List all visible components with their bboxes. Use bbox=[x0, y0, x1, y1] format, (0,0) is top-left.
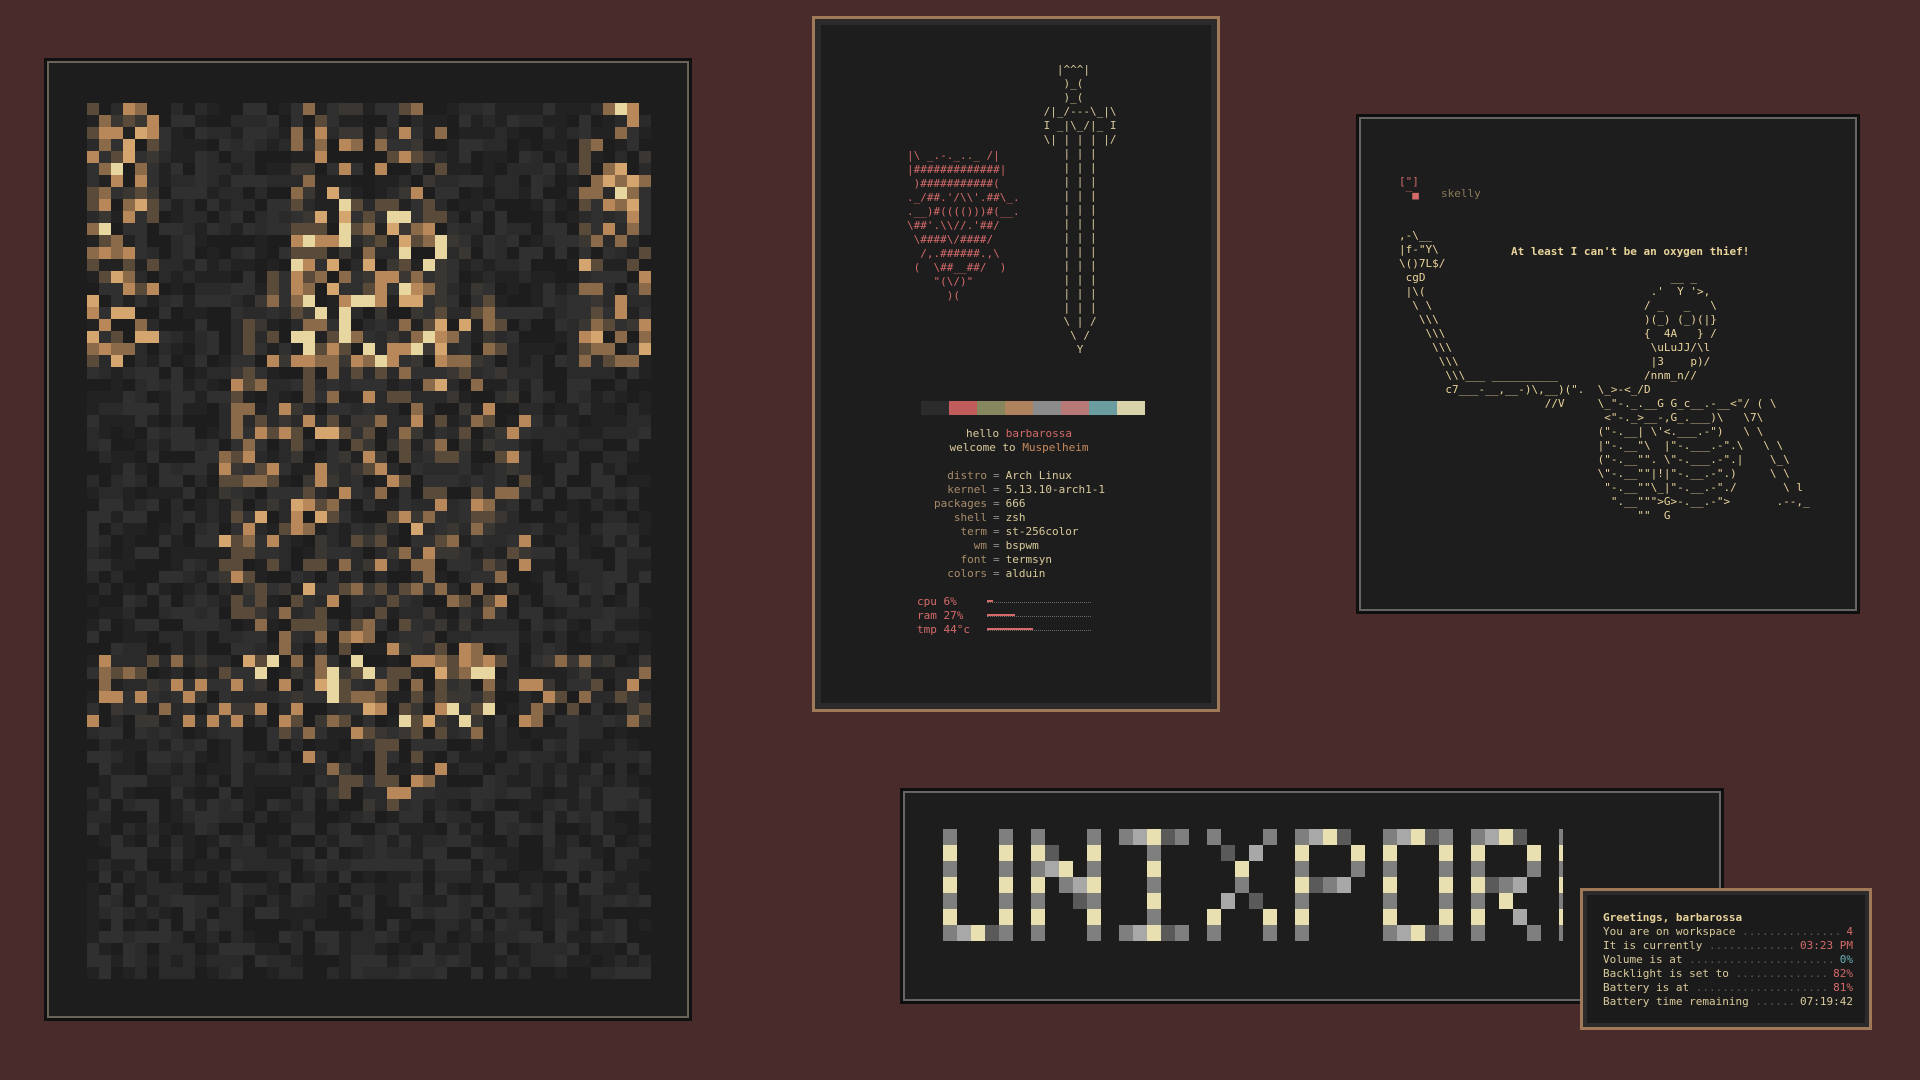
meter-track bbox=[987, 628, 1091, 631]
meter-label: ram 27% bbox=[917, 609, 964, 622]
info-value: termsyn bbox=[1005, 553, 1052, 566]
info-row: packages = 666 bbox=[815, 497, 1223, 511]
color-swatch bbox=[893, 401, 921, 415]
info-row: term = st-256color bbox=[815, 525, 1223, 539]
greeting-line: hello barbarossa bbox=[966, 427, 1072, 440]
color-swatch bbox=[1117, 401, 1145, 415]
meter-row: tmp 44°c bbox=[917, 623, 1223, 637]
color-swatch bbox=[1005, 401, 1033, 415]
info-row: distro = Arch Linux bbox=[815, 469, 1223, 483]
color-swatch bbox=[1033, 401, 1061, 415]
info-value: 666 bbox=[1005, 497, 1026, 510]
user-name: barbarossa bbox=[1005, 427, 1072, 440]
meter-label: tmp 44°c bbox=[917, 623, 970, 636]
info-key: shell bbox=[953, 511, 987, 524]
info-value: st-256color bbox=[1005, 525, 1079, 538]
status-title: Greetings, barbarossa bbox=[1603, 911, 1743, 924]
info-value: Arch Linux bbox=[1005, 469, 1072, 482]
color-swatch bbox=[921, 401, 949, 415]
skull-ascii-art: |\ _.-._.._ /| |#############| )########… bbox=[907, 149, 1020, 302]
status-rows: You are on workspace 4 It is currently 03:2… bbox=[1603, 925, 1853, 1009]
info-key: wm bbox=[973, 539, 987, 552]
status-row: You are on workspace 4 bbox=[1603, 925, 1853, 939]
system-info-list: distro = Arch Linux kernel = 5.13.10-arch1-1 p… bbox=[815, 469, 1223, 581]
meter-fill bbox=[987, 628, 1033, 630]
status-label: You are on workspace bbox=[1603, 925, 1842, 939]
status-value: 0% bbox=[1839, 953, 1853, 966]
status-label: Backlight is set to bbox=[1603, 967, 1829, 981]
info-key: font bbox=[960, 553, 988, 566]
skelly-name: skelly bbox=[1441, 187, 1481, 200]
info-key: term bbox=[960, 525, 988, 538]
info-separator: = bbox=[993, 567, 1000, 580]
info-row: font = termsyn bbox=[815, 553, 1223, 567]
status-row: Volume is at0% bbox=[1603, 953, 1853, 967]
resource-meters: cpu 6% ram 27% tmp 44°c bbox=[815, 595, 1223, 637]
status-label: Battery time remaining bbox=[1603, 995, 1796, 1009]
info-separator: = bbox=[993, 525, 1000, 538]
welcome-line: welcome to Muspelheim bbox=[949, 441, 1089, 454]
status-row: Backlight is set to 82% bbox=[1603, 967, 1853, 981]
info-separator: = bbox=[993, 483, 1000, 496]
pixel-art-portrait bbox=[87, 103, 651, 979]
color-swatch bbox=[1089, 401, 1117, 415]
status-value: 82% bbox=[1833, 967, 1853, 980]
meter-track bbox=[987, 600, 1091, 603]
host-name: Muspelheim bbox=[1022, 441, 1089, 454]
status-value: 4 bbox=[1846, 925, 1853, 938]
status-row: Battery time remaining 07:19:42 bbox=[1603, 995, 1853, 1009]
info-row: shell = zsh bbox=[815, 511, 1223, 525]
info-value: bspwm bbox=[1005, 539, 1039, 552]
status-value: 07:19:42 bbox=[1800, 995, 1853, 1008]
meter-row: ram 27% bbox=[917, 609, 1223, 623]
color-palette bbox=[893, 401, 1145, 415]
status-label: It is currently bbox=[1603, 939, 1796, 953]
fetch-info: hello barbarossa welcome to Muspelheim d… bbox=[815, 427, 1223, 637]
sword-ascii-art: |^^^| )_( )_( /|_/---\_|\ I _|\_/|_ I \|… bbox=[1043, 63, 1117, 356]
info-separator: = bbox=[993, 469, 1000, 482]
info-separator: = bbox=[993, 539, 1000, 552]
meter-track bbox=[987, 614, 1091, 617]
info-key: kernel bbox=[947, 483, 987, 496]
skelly-window: ["] ‾■ skelly At least I can't be an oxy… bbox=[1356, 114, 1860, 614]
info-separator: = bbox=[993, 553, 1000, 566]
meter-fill bbox=[987, 600, 994, 602]
info-row: wm = bspwm bbox=[815, 539, 1223, 553]
info-value: alduin bbox=[1005, 567, 1046, 580]
info-key: packages bbox=[934, 497, 987, 510]
status-value: 03:23 PM bbox=[1800, 939, 1853, 952]
skelly-icon: ["] ‾■ bbox=[1399, 175, 1419, 202]
meter-fill bbox=[987, 614, 1016, 616]
info-separator: = bbox=[993, 511, 1000, 524]
info-row: kernel = 5.13.10-arch1-1 bbox=[815, 483, 1223, 497]
fetch-window: |\ _.-._.._ /| |#############| )########… bbox=[812, 16, 1220, 712]
info-key: colors bbox=[947, 567, 987, 580]
info-value: zsh bbox=[1005, 511, 1026, 524]
pixel-art-window bbox=[44, 58, 692, 1021]
status-value: 81% bbox=[1833, 981, 1853, 994]
info-key: distro bbox=[947, 469, 987, 482]
pixel-banner-text bbox=[943, 829, 1563, 941]
status-window: Greetings, barbarossa You are on workspa… bbox=[1580, 888, 1872, 1030]
info-separator: = bbox=[993, 497, 1000, 510]
info-row: colors = alduin bbox=[815, 567, 1223, 581]
info-value: 5.13.10-arch1-1 bbox=[1005, 483, 1105, 496]
status-row: Battery is at 81% bbox=[1603, 981, 1853, 995]
color-swatch bbox=[977, 401, 1005, 415]
skeleton-ascii-art: ,-\__ |f-"Y\ \()7L$/ cgD __ _ |\( .' Y '… bbox=[1399, 229, 1810, 522]
status-label: Battery is at bbox=[1603, 981, 1829, 995]
status-label: Volume is at bbox=[1603, 953, 1836, 967]
color-swatch bbox=[1061, 401, 1089, 415]
meter-label: cpu 6% bbox=[917, 595, 957, 608]
status-row: It is currently 03:23 PM bbox=[1603, 939, 1853, 953]
color-swatch bbox=[949, 401, 977, 415]
meter-row: cpu 6% bbox=[917, 595, 1223, 609]
